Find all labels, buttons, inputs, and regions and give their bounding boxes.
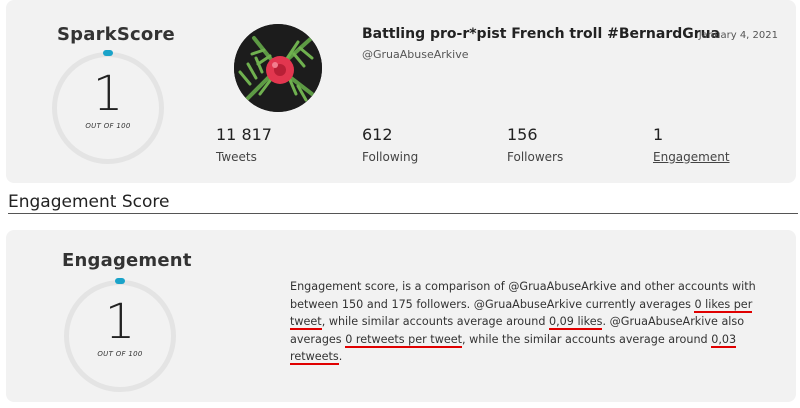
text-segment: , while the similar accounts average aro…: [462, 332, 712, 346]
profile-handle[interactable]: @GruaAbuseArkive: [362, 48, 469, 61]
engagement-value: 1: [104, 294, 136, 350]
stat-value: 11 817: [216, 125, 272, 144]
stat-followers: 156 Followers: [507, 125, 563, 164]
text-segment: , while similar accounts average around: [321, 315, 549, 328]
engagement-gauge: 1 OUT OF 100: [64, 278, 176, 392]
highlight-retweets-per-tweet: 0 retweets per tweet: [345, 332, 463, 348]
sparkscore-gauge: 1 OUT OF 100: [52, 50, 164, 164]
stat-label: Followers: [507, 150, 564, 164]
stat-engagement[interactable]: 1 Engagement: [653, 125, 730, 164]
gauge-indicator: [103, 50, 113, 56]
stat-value: 156: [507, 125, 538, 144]
stat-value: 612: [362, 125, 393, 144]
profile-date: January 4, 2021: [698, 30, 778, 41]
stat-tweets: 11 817 Tweets: [216, 125, 272, 164]
text-segment: .: [338, 350, 343, 363]
sparkscore-caption: OUT OF 100: [85, 122, 131, 130]
engagement-link[interactable]: Engagement: [653, 150, 730, 164]
profile-name: Battling pro-r*pist French troll #Bernar…: [362, 26, 721, 42]
avatar: [234, 24, 322, 112]
sparkscore-title: SparkScore: [57, 24, 175, 45]
stat-label: Following: [362, 150, 419, 164]
profile-card: SparkScore 1 OUT OF 100 Battling pro-r*p…: [6, 0, 796, 183]
engagement-description: Engagement score, is a comparison of @Gr…: [290, 278, 760, 366]
stat-following: 612 Following: [362, 125, 418, 164]
section-title: Engagement Score: [8, 192, 170, 212]
stat-label: Tweets: [216, 150, 257, 164]
engagement-title: Engagement: [62, 250, 192, 271]
avatar-image: [234, 24, 322, 112]
highlight-average-likes: 0,09 likes: [548, 315, 603, 330]
section-divider: [8, 213, 798, 214]
sparkscore-value: 1: [92, 66, 124, 122]
text-segment: Engagement score, is a comparison of @Gr…: [290, 280, 756, 311]
engagement-card: Engagement 1 OUT OF 100 Engagement score…: [6, 230, 796, 402]
engagement-caption: OUT OF 100: [97, 350, 143, 358]
gauge-indicator: [115, 278, 125, 284]
stat-value: 1: [653, 125, 664, 144]
